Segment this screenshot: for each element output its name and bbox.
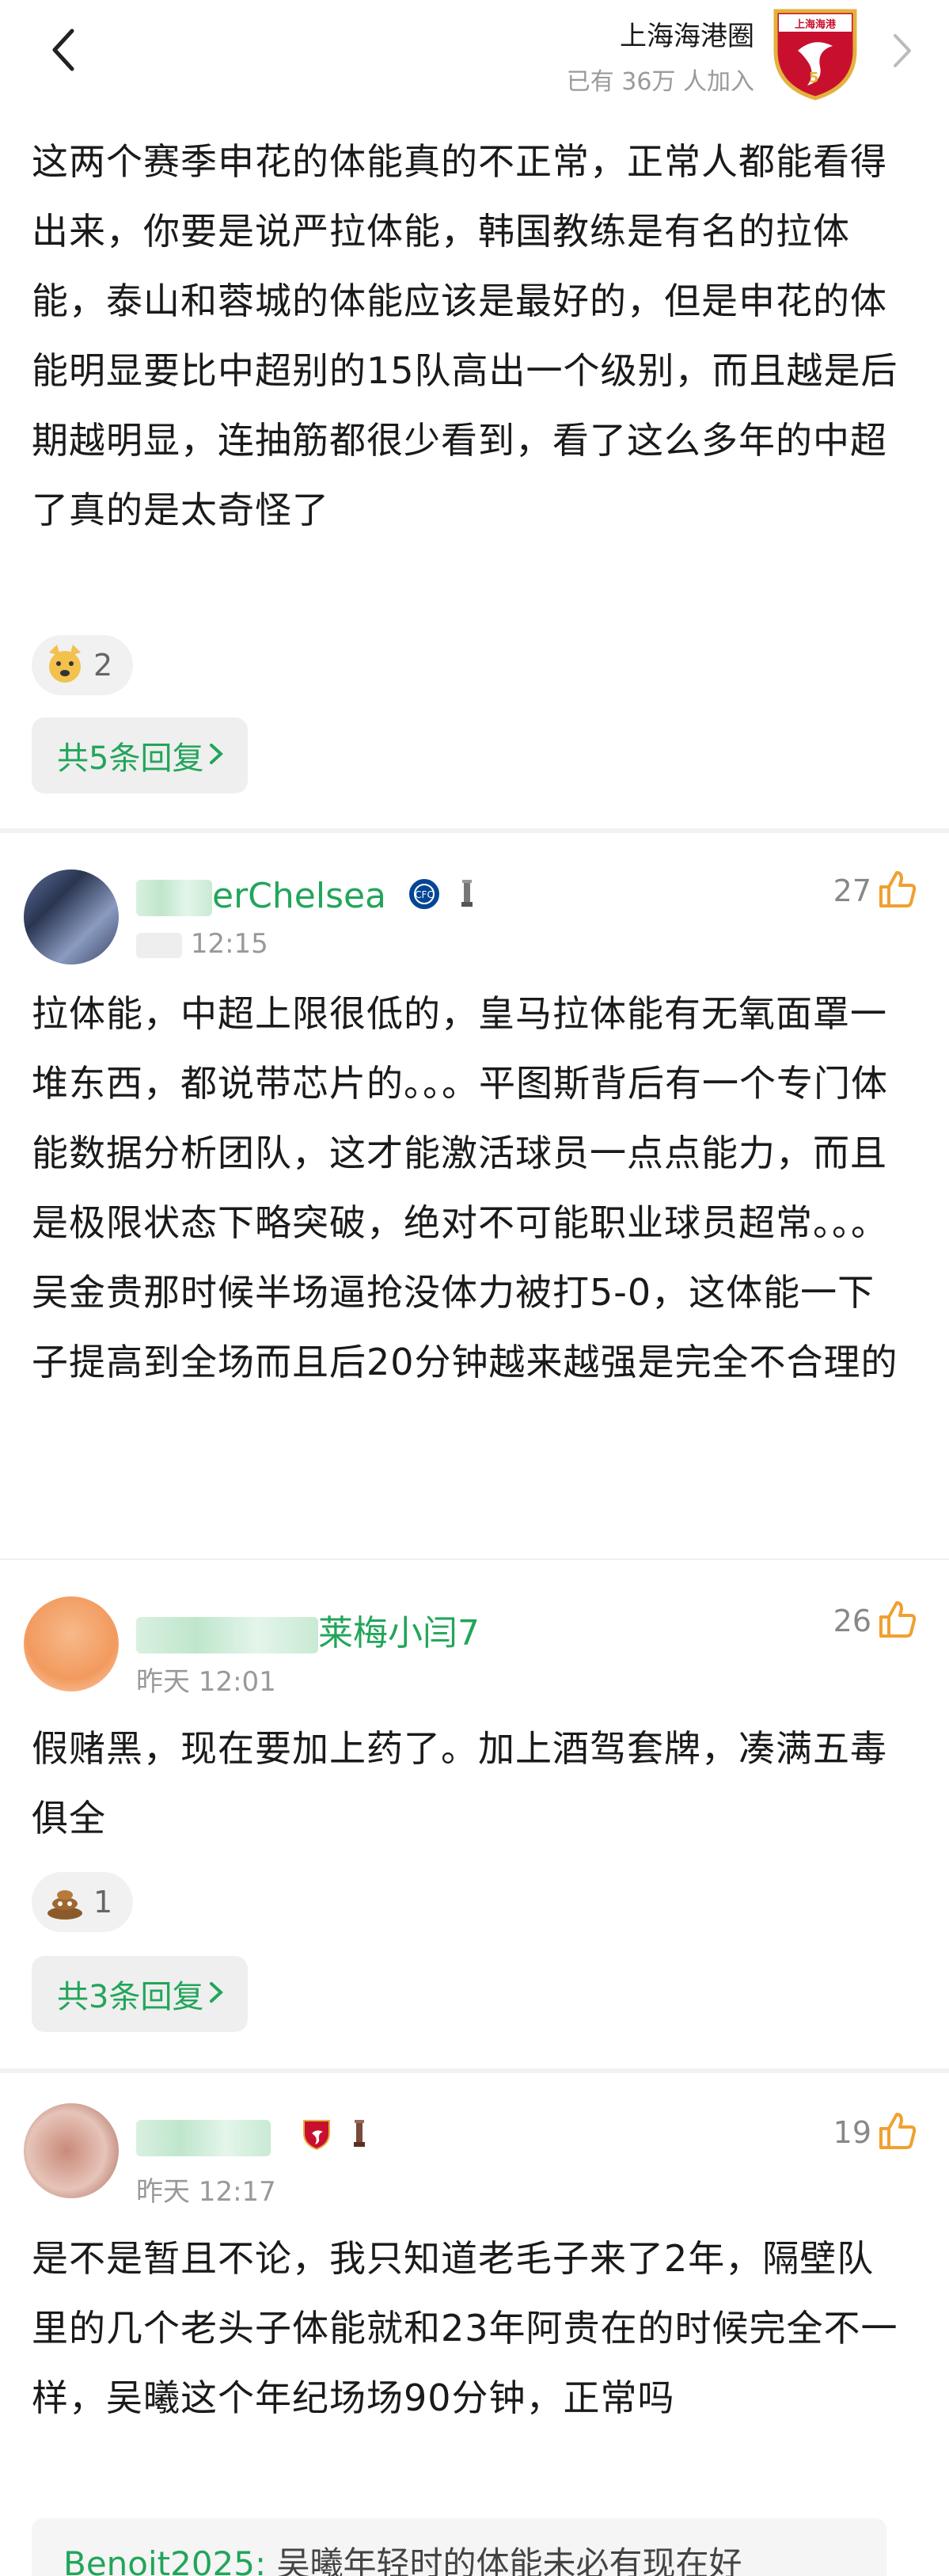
- chevron-right-icon: [208, 737, 224, 774]
- post-reaction[interactable]: 2: [32, 635, 134, 695]
- thumbs-up-icon: [878, 2111, 917, 2154]
- comment-time: 昨天 12:17: [136, 2176, 276, 2208]
- post-body: 这两个赛季申花的体能真的不正常，正常人都能看得出来，你要是说严拉体能，韩国教练是…: [32, 140, 898, 531]
- divider: [0, 1558, 949, 1560]
- club-logo[interactable]: 上海海港 5: [768, 3, 863, 101]
- poop-emoji-icon: [44, 1880, 85, 1924]
- reply-username[interactable]: Benoit2025:: [63, 2544, 266, 2576]
- comment-body: 假赌黑，现在要加上药了。加上酒驾套牌，凑满五毒俱全: [32, 1727, 887, 1840]
- back-button[interactable]: [40, 24, 87, 79]
- view-replies-button[interactable]: 共5条回复: [32, 717, 249, 793]
- chevron-right-icon: [892, 32, 913, 72]
- chevron-left-icon: [50, 28, 77, 75]
- blurred-name: [136, 2120, 271, 2156]
- top-bar: 上海海港圈 已有 36万 人加入 上海海港 5: [0, 0, 949, 103]
- reaction-count: 1: [93, 1885, 113, 1920]
- avatar[interactable]: [24, 2103, 119, 2198]
- trophy-badge-icon: [459, 878, 475, 919]
- comment-username[interactable]: [136, 2116, 367, 2159]
- like-count: 19: [833, 2115, 871, 2150]
- reaction-count: 2: [93, 648, 113, 683]
- comment-username[interactable]: erChelsea CFC: [136, 876, 475, 920]
- cat-emoji-icon: [44, 643, 85, 687]
- forward-button[interactable]: [886, 29, 918, 76]
- comment-body: 是不是暂且不论，我只知道老毛子来了2年，隔壁队里的几个老头子体能就和23年阿贵在…: [32, 2237, 898, 2419]
- comment-time: 昨天 12:01: [136, 1666, 276, 1698]
- divider: [0, 2068, 949, 2073]
- blurred-name: [136, 880, 212, 916]
- like-count: 27: [833, 873, 871, 908]
- like-count: 26: [833, 1604, 871, 1638]
- reply-text: 吴曦年轻时的体能未必有现在好: [266, 2544, 742, 2576]
- like-button[interactable]: 27: [833, 869, 917, 912]
- chevron-right-icon: [208, 1976, 224, 2012]
- comment-body: 拉体能，中超上限很低的，皇马拉体能有无氧面罩一堆东西，都说带芯片的。。。平图斯背…: [32, 992, 898, 1383]
- chelsea-badge-icon: CFC: [407, 877, 442, 920]
- view-replies-button[interactable]: 共3条回复: [32, 1956, 249, 2032]
- comment-username[interactable]: 莱梅小闫7: [136, 1604, 480, 1655]
- circle-name[interactable]: 上海海港圈: [620, 14, 754, 53]
- svg-text:5: 5: [809, 70, 819, 86]
- comment-reaction[interactable]: 1: [32, 1872, 134, 1932]
- reply-preview[interactable]: Benoit2025: 吴曦年轻时的体能未必有现在好: [32, 2518, 886, 2576]
- comment-time: 12:15: [136, 928, 268, 960]
- thumbs-up-icon: [878, 869, 917, 912]
- divider: [0, 828, 949, 833]
- like-button[interactable]: 26: [833, 1600, 917, 1642]
- svg-text:上海海港: 上海海港: [795, 18, 837, 31]
- like-button[interactable]: 19: [833, 2111, 917, 2154]
- thumbs-up-icon: [878, 1600, 917, 1642]
- trophy-badge-icon: [351, 2118, 367, 2159]
- avatar[interactable]: [24, 1596, 119, 1691]
- member-count-text: 已有 36万 人加入: [566, 68, 754, 96]
- shanghai-port-badge-icon: [301, 2117, 332, 2159]
- avatar[interactable]: [24, 869, 119, 965]
- blurred-name: [136, 1617, 318, 1653]
- svg-text:CFC: CFC: [415, 889, 434, 900]
